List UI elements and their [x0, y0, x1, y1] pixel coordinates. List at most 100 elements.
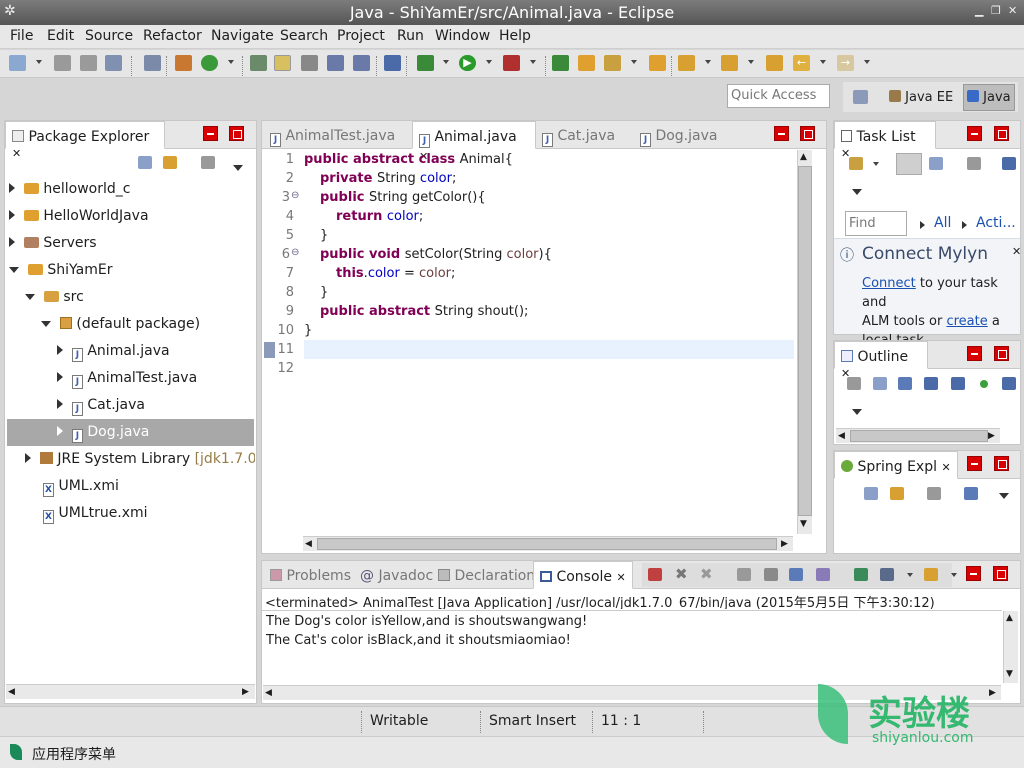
tab-animaltest-java[interactable]: J AnimalTest.java — [264, 121, 401, 149]
scroll-down-icon[interactable]: ▼ — [800, 519, 807, 529]
menu-window[interactable]: Window — [435, 28, 490, 44]
link-editor-icon[interactable] — [890, 487, 904, 500]
app-menu-icon[interactable] — [10, 744, 22, 760]
tab-spring-explorer[interactable]: Spring Expl ✕ — [834, 451, 958, 479]
fold-toggle-icon[interactable]: ⊖ — [291, 247, 299, 258]
expand-icon[interactable] — [57, 345, 63, 355]
tab-javadoc[interactable]: @ Javadoc — [354, 561, 439, 589]
next-annotation-dropdown-icon[interactable] — [705, 60, 711, 64]
scroll-thumb[interactable] — [850, 430, 988, 442]
minimize-button[interactable] — [967, 126, 982, 141]
close-icon[interactable]: ✕ — [12, 147, 21, 160]
run-dropdown-icon[interactable] — [486, 60, 492, 64]
coverage-icon[interactable] — [503, 55, 520, 71]
scroll-up-icon[interactable]: ▲ — [800, 152, 807, 162]
expand-icon[interactable] — [9, 210, 15, 220]
open-console-dropdown-icon[interactable] — [951, 573, 957, 577]
minimize-button[interactable] — [966, 566, 981, 581]
horizontal-scrollbar[interactable]: ◀ ▶ — [6, 684, 255, 699]
code-line[interactable]: } — [320, 285, 328, 300]
open-perspective-icon[interactable] — [853, 90, 868, 104]
collapse-all-icon[interactable] — [138, 156, 152, 169]
scroll-left-icon[interactable]: ◀ — [265, 688, 272, 698]
back-dropdown-icon[interactable] — [820, 60, 826, 64]
pin-icon[interactable] — [384, 55, 401, 71]
view-menu-icon[interactable] — [852, 185, 862, 200]
collapse-all-icon[interactable] — [864, 487, 878, 500]
close-window-icon[interactable]: ✕ — [1008, 4, 1017, 17]
maximize-button[interactable] — [993, 566, 1008, 581]
sort-icon[interactable] — [898, 377, 912, 390]
pin-console-icon[interactable] — [854, 568, 868, 581]
next-annotation-icon[interactable] — [678, 55, 695, 71]
mark-occurrences-icon[interactable] — [301, 55, 318, 71]
new-task-icon[interactable] — [849, 157, 863, 170]
maximize-button[interactable] — [994, 456, 1009, 471]
hide-static-icon[interactable] — [951, 377, 965, 390]
display-console-dropdown-icon[interactable] — [907, 573, 913, 577]
link-editor-icon[interactable] — [163, 156, 177, 169]
highlight-icon[interactable] — [274, 55, 291, 71]
sort-icon[interactable] — [964, 487, 978, 500]
tree-item-uml-xmi[interactable]: X UML.xmi — [43, 473, 119, 500]
activate-task-link[interactable]: Acti... — [976, 215, 1016, 231]
mylyn-connect-link[interactable]: Connect — [862, 276, 916, 291]
expand-icon[interactable] — [9, 183, 15, 193]
editor-horizontal-scrollbar[interactable]: ◀ ▶ — [303, 536, 793, 551]
task-icon[interactable] — [250, 55, 267, 71]
refresh-dropdown-icon[interactable] — [228, 60, 234, 64]
tree-item-cat-java[interactable]: J Cat.java — [57, 392, 145, 419]
remove-launch-icon[interactable]: ✖ — [675, 565, 688, 583]
tab-outline[interactable]: Outline ✕ — [834, 341, 928, 380]
last-edit-icon[interactable] — [766, 55, 783, 71]
tree-item-dog-java[interactable]: J Dog.java — [57, 419, 149, 446]
tree-item-src[interactable]: src — [25, 284, 84, 311]
forward-dropdown-icon[interactable] — [864, 60, 870, 64]
menu-run[interactable]: Run — [397, 28, 424, 44]
mylyn-create-link[interactable]: create — [946, 314, 987, 329]
code-line[interactable]: private String color; — [320, 171, 456, 186]
expand-icon[interactable] — [25, 453, 31, 463]
word-wrap-icon[interactable] — [789, 568, 803, 581]
menu-refactor[interactable]: Refactor — [143, 28, 202, 44]
code-line[interactable]: public abstract class Animal{ — [304, 152, 513, 167]
expand-icon[interactable] — [9, 237, 15, 247]
view-menu-icon[interactable] — [999, 489, 1009, 504]
scroll-lock-icon[interactable] — [764, 568, 778, 581]
code-line[interactable]: public void setColor(String color){ — [320, 247, 552, 262]
maximize-button[interactable] — [994, 126, 1009, 141]
view-menu-icon[interactable] — [233, 161, 243, 176]
menu-search[interactable]: Search — [280, 28, 328, 44]
minimize-button[interactable] — [967, 346, 982, 361]
scroll-right-icon[interactable]: ▶ — [242, 687, 249, 697]
tree-item-jre-library[interactable]: JRE System Library [jdk1.7.0_67 — [25, 446, 255, 473]
coverage-dropdown-icon[interactable] — [530, 60, 536, 64]
pin-view-icon[interactable] — [1002, 157, 1016, 170]
prev-annotation-dropdown-icon[interactable] — [748, 60, 754, 64]
terminate-icon[interactable] — [648, 568, 662, 581]
new-icon[interactable] — [9, 55, 26, 71]
scroll-up-icon[interactable]: ▲ — [1006, 613, 1013, 623]
outline-horizontal-scrollbar[interactable]: ◀ ▶ — [836, 428, 1000, 443]
tree-item-servers[interactable]: Servers — [9, 230, 97, 257]
menu-edit[interactable]: Edit — [47, 28, 74, 44]
close-icon[interactable]: ✕ — [616, 571, 625, 584]
tree-item-umltrue-xmi[interactable]: X UMLtrue.xmi — [43, 500, 148, 527]
binary-icon[interactable] — [144, 55, 161, 71]
block-select-icon[interactable] — [327, 55, 344, 71]
print-icon[interactable] — [105, 55, 122, 71]
forward-icon[interactable]: → — [837, 55, 854, 71]
new-class-dropdown-icon[interactable] — [631, 60, 637, 64]
tab-cat-java[interactable]: J Cat.java — [536, 121, 621, 149]
maximize-button[interactable] — [800, 126, 815, 141]
view-menu-icon[interactable] — [852, 405, 862, 420]
close-icon[interactable]: ✕ — [1012, 245, 1021, 258]
tree-item-helloworldjava[interactable]: HelloWorldJava — [9, 203, 149, 230]
scheduled-icon[interactable] — [929, 157, 943, 170]
tab-problems[interactable]: Problems — [264, 561, 357, 589]
scroll-thumb[interactable] — [798, 166, 812, 516]
tree-item-animal-java[interactable]: J Animal.java — [57, 338, 170, 365]
open-type-icon[interactable] — [649, 55, 666, 71]
maximize-button[interactable] — [994, 346, 1009, 361]
open-console-icon[interactable] — [924, 568, 938, 581]
